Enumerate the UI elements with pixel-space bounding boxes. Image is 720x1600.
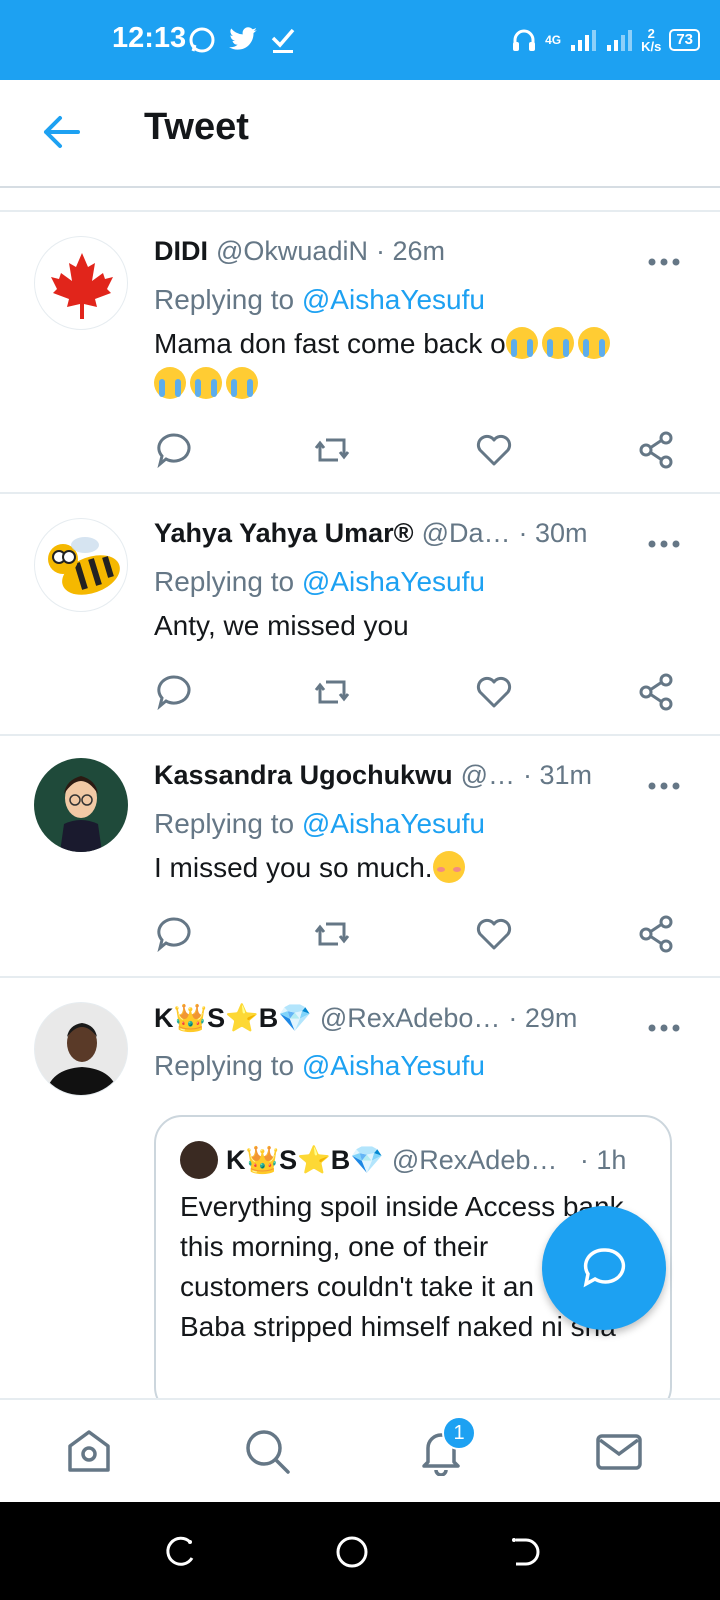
tweet-text: I missed you so much. xyxy=(154,848,674,888)
maple-leaf-icon xyxy=(51,253,113,319)
person-photo-avatar-icon xyxy=(35,1003,127,1095)
username[interactable]: @Da… xyxy=(422,518,511,549)
signal-strong-icon xyxy=(571,30,597,51)
smiling-face-with-smiling-eyes-icon xyxy=(432,851,465,883)
quoted-username: @RexAdebo… xyxy=(391,1144,572,1175)
avatar[interactable] xyxy=(34,1002,128,1096)
display-name[interactable]: Yahya Yahya Umar® xyxy=(154,518,414,549)
battery-indicator: 73 xyxy=(669,29,700,51)
bitmoji-avatar-icon xyxy=(60,776,102,852)
avatar[interactable] xyxy=(34,518,128,612)
tweet-header: Yahya Yahya Umar® @Da… · 30m xyxy=(154,518,604,549)
network-type: 4G xyxy=(545,33,562,47)
mention-link[interactable]: @AishaYesufu xyxy=(302,566,485,597)
timestamp: · 26m xyxy=(375,236,445,266)
loudly-crying-face-icon xyxy=(226,367,258,399)
username[interactable]: @… xyxy=(461,760,515,791)
recent-apps-icon[interactable] xyxy=(162,1534,198,1570)
tweet-text: Anty, we missed you xyxy=(154,610,409,641)
loudly-crying-face-icon xyxy=(541,327,574,359)
loudly-crying-face-icon xyxy=(505,327,538,359)
network-speed: 2 K/s xyxy=(641,26,662,54)
replying-to: Replying to @AishaYesufu xyxy=(154,284,485,315)
home-icon[interactable] xyxy=(64,1426,114,1476)
status-time: 12:13 xyxy=(112,22,187,54)
timestamp: · 31m xyxy=(523,760,593,790)
mention-link[interactable]: @AishaYesufu xyxy=(302,284,485,315)
retweet-icon[interactable] xyxy=(312,914,352,954)
back-arrow-icon[interactable] xyxy=(38,112,84,152)
quoted-timestamp: · 1h xyxy=(579,1144,627,1175)
replying-to: Replying to @AishaYesufu xyxy=(154,566,485,597)
more-options-icon[interactable] xyxy=(644,252,684,272)
reply-icon[interactable] xyxy=(154,672,194,712)
reply-icon[interactable] xyxy=(154,914,194,954)
headset-icon xyxy=(513,29,536,51)
system-navigation-bar xyxy=(0,1502,720,1600)
display-name[interactable]: Kassandra Ugochukwu xyxy=(154,760,453,791)
timestamp: · 29m xyxy=(508,1003,578,1033)
signal-weak-icon xyxy=(607,30,633,51)
share-icon[interactable] xyxy=(636,430,676,470)
home-button-icon[interactable] xyxy=(334,1534,370,1570)
retweet-icon[interactable] xyxy=(312,430,352,470)
back-button-icon[interactable] xyxy=(508,1534,544,1570)
tweet-actions xyxy=(154,430,694,470)
like-icon[interactable] xyxy=(474,430,514,470)
replying-to: Replying to @AishaYesufu xyxy=(154,808,485,839)
loudly-crying-face-icon xyxy=(190,367,222,399)
display-name[interactable]: K👑S⭐B💎 xyxy=(154,1002,312,1034)
compose-reply-icon xyxy=(583,1248,626,1288)
tweet-item[interactable]: Yahya Yahya Umar® @Da… · 30m Replying to… xyxy=(0,494,720,734)
share-icon[interactable] xyxy=(636,914,676,954)
replying-to: Replying to @AishaYesufu xyxy=(154,1050,485,1081)
like-icon[interactable] xyxy=(474,914,514,954)
tweet-item[interactable]: Kassandra Ugochukwu @… · 31m Replying to… xyxy=(0,736,720,976)
twitter-icon xyxy=(229,27,257,50)
compose-reply-button[interactable] xyxy=(542,1206,666,1330)
bee-icon xyxy=(48,537,120,595)
notification-icons xyxy=(188,22,296,58)
username[interactable]: @OkwuadiN xyxy=(216,236,368,267)
mention-link[interactable]: @AishaYesufu xyxy=(302,1050,485,1081)
quoted-avatar xyxy=(180,1141,218,1179)
status-bar: 12:13 4G 2 K/s 73 xyxy=(0,0,720,80)
notification-badge: 1 xyxy=(442,1416,476,1450)
whatsapp-icon xyxy=(189,27,215,53)
tweet-header: DIDI @OkwuadiN · 26m xyxy=(154,236,604,267)
more-options-icon[interactable] xyxy=(644,1018,684,1038)
display-name[interactable]: DIDI xyxy=(154,236,208,267)
system-icons: 4G 2 K/s 73 xyxy=(511,22,700,58)
timestamp: · 30m xyxy=(518,518,588,548)
tweet-header: Kassandra Ugochukwu @… · 31m xyxy=(154,760,604,791)
bottom-tab-bar xyxy=(0,1398,720,1504)
loudly-crying-face-icon xyxy=(577,327,610,359)
like-icon[interactable] xyxy=(474,672,514,712)
retweet-icon[interactable] xyxy=(312,672,352,712)
messages-icon[interactable] xyxy=(594,1426,644,1476)
tweet-actions xyxy=(154,914,694,954)
reply-icon[interactable] xyxy=(154,430,194,470)
avatar[interactable] xyxy=(34,758,128,852)
avatar[interactable] xyxy=(34,236,128,330)
tweet-actions xyxy=(154,672,694,712)
app-bar: Tweet xyxy=(0,80,720,188)
quoted-display-name: K👑S⭐B💎 xyxy=(226,1145,384,1175)
loudly-crying-face-icon xyxy=(154,367,186,399)
tweet-header: K👑S⭐B💎 @RexAdebo… · 29m xyxy=(154,1002,604,1034)
username[interactable]: @RexAdebo… xyxy=(320,1003,501,1034)
tweet-text: Mama don fast come back o xyxy=(154,324,674,404)
tweet-item[interactable]: DIDI @OkwuadiN · 26m Replying to @AishaY… xyxy=(0,212,720,492)
download-done-icon xyxy=(271,28,295,53)
mention-link[interactable]: @AishaYesufu xyxy=(302,808,485,839)
quoted-tweet-header: K👑S⭐B💎 @RexAdebo… · 1h xyxy=(180,1141,650,1179)
more-options-icon[interactable] xyxy=(644,776,684,796)
page-title: Tweet xyxy=(144,106,249,148)
more-options-icon[interactable] xyxy=(644,534,684,554)
share-icon[interactable] xyxy=(636,672,676,712)
search-icon[interactable] xyxy=(242,1426,292,1476)
